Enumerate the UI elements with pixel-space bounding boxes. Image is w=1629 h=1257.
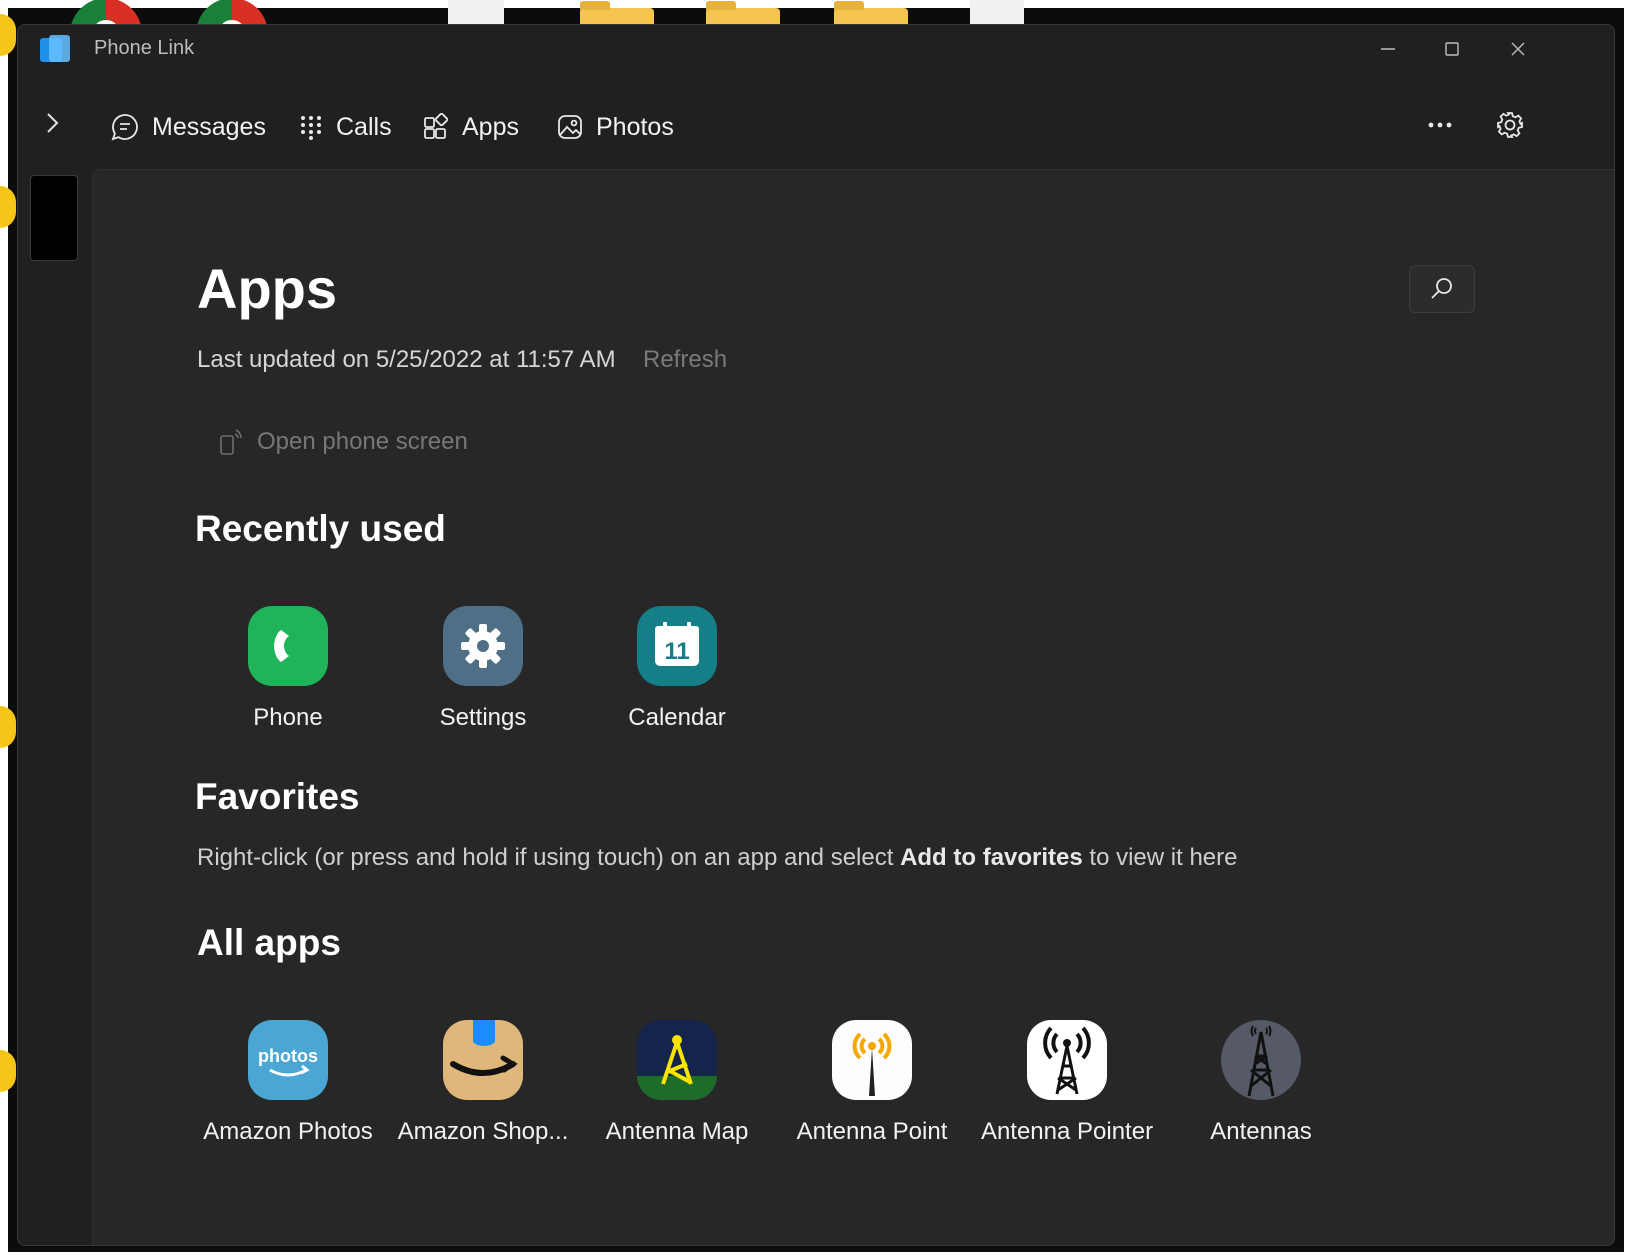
phone-screen-thumbnail[interactable] xyxy=(30,175,78,261)
favorites-note-part: to view it here xyxy=(1082,844,1238,871)
more-icon xyxy=(1428,122,1452,128)
window-title: Phone Link xyxy=(94,37,195,59)
app-label: Amazon Shop... xyxy=(397,1118,569,1145)
calendar-badge-text: 11 xyxy=(664,638,689,665)
open-phone-screen-label: Open phone screen xyxy=(257,428,468,455)
photos-icon xyxy=(558,115,582,139)
search-icon xyxy=(1431,278,1452,299)
message-icon xyxy=(111,114,138,141)
app-tile-antenna-point[interactable]: Antenna Point xyxy=(774,1020,970,1146)
minimize-icon xyxy=(1381,48,1395,50)
app-tile-amazon-shopping[interactable]: Amazon Shop... xyxy=(385,1020,581,1146)
phone-app-icon xyxy=(248,606,328,686)
tab-messages[interactable]: Messages xyxy=(110,105,266,149)
open-phone-screen-button[interactable]: Open phone screen xyxy=(219,428,468,456)
app-label: Settings xyxy=(439,704,527,731)
favorites-note-emphasis: Add to favorites xyxy=(900,844,1083,871)
tab-calls-label: Calls xyxy=(336,112,392,141)
maximize-icon xyxy=(1445,42,1459,56)
apps-icon xyxy=(424,113,449,139)
apps-content-panel: Apps Last updated on 5/25/2022 at 11:57 … xyxy=(92,169,1614,1245)
favorites-note-part: Right-click (or press and hold if using … xyxy=(197,844,901,871)
amazon-shopping-icon xyxy=(443,1020,523,1100)
tab-photos[interactable]: Photos xyxy=(556,105,674,149)
settings-button[interactable] xyxy=(1488,103,1532,147)
app-label: Amazon Photos xyxy=(203,1118,373,1145)
close-button[interactable] xyxy=(1486,29,1550,69)
dialpad-icon xyxy=(301,116,321,140)
phone-screen-icon xyxy=(220,429,242,455)
all-apps-heading: All apps xyxy=(197,922,341,963)
favorites-heading: Favorites xyxy=(195,776,360,817)
search-apps-button[interactable] xyxy=(1409,265,1475,313)
maximize-button[interactable] xyxy=(1420,29,1484,69)
app-tile-phone[interactable]: Phone xyxy=(190,606,386,732)
close-icon xyxy=(1511,42,1525,56)
gear-icon xyxy=(1497,112,1523,138)
app-label: Antenna Point xyxy=(796,1118,948,1145)
favorites-instructions: Right-click (or press and hold if using … xyxy=(197,844,1237,872)
app-label: Antennas xyxy=(1210,1118,1312,1145)
app-tile-antenna-map[interactable]: Antenna Map xyxy=(579,1020,775,1146)
app-label: Antenna Pointer xyxy=(980,1118,1154,1145)
last-updated-text: Last updated on 5/25/2022 at 11:57 AM xyxy=(197,346,616,373)
tab-messages-label: Messages xyxy=(152,112,266,141)
antennas-icon xyxy=(1221,1020,1301,1100)
app-tile-settings[interactable]: Settings xyxy=(385,606,581,732)
expand-pane-button[interactable] xyxy=(38,103,66,143)
refresh-link[interactable]: Refresh xyxy=(643,346,727,374)
phone-link-logo-icon xyxy=(40,35,70,65)
more-options-button[interactable] xyxy=(1418,103,1462,147)
tab-photos-label: Photos xyxy=(596,112,674,141)
antenna-pointer-icon xyxy=(1027,1020,1107,1100)
app-tile-calendar[interactable]: 11 Calendar xyxy=(579,606,775,732)
amazon-photos-icon-text: photos xyxy=(258,1046,318,1066)
page-title: Apps xyxy=(197,257,337,320)
amazon-photos-icon: photos xyxy=(248,1020,328,1100)
recently-used-heading: Recently used xyxy=(195,508,446,549)
top-navigation: Messages Calls Apps Photos xyxy=(18,89,1614,179)
title-bar[interactable]: Phone Link xyxy=(18,25,1614,73)
tab-apps[interactable]: Apps xyxy=(422,105,519,149)
app-label: Phone xyxy=(253,704,323,731)
app-label: Antenna Map xyxy=(605,1118,749,1145)
antenna-point-icon xyxy=(832,1020,912,1100)
minimize-button[interactable] xyxy=(1356,29,1420,69)
settings-app-icon xyxy=(443,606,523,686)
tab-calls[interactable]: Calls xyxy=(298,105,392,149)
app-tile-amazon-photos[interactable]: photos Amazon Photos xyxy=(190,1020,386,1146)
app-tile-antennas[interactable]: Antennas xyxy=(1163,1020,1359,1146)
antenna-map-icon xyxy=(637,1020,717,1100)
tab-apps-label: Apps xyxy=(462,112,519,141)
calendar-app-icon: 11 xyxy=(637,606,717,686)
app-tile-antenna-pointer[interactable]: Antenna Pointer xyxy=(969,1020,1165,1146)
chevron-right-icon xyxy=(47,113,59,133)
app-label: Calendar xyxy=(628,704,726,731)
phone-link-window: Phone Link Messages Calls Apps Photos Ap… xyxy=(17,24,1615,1246)
